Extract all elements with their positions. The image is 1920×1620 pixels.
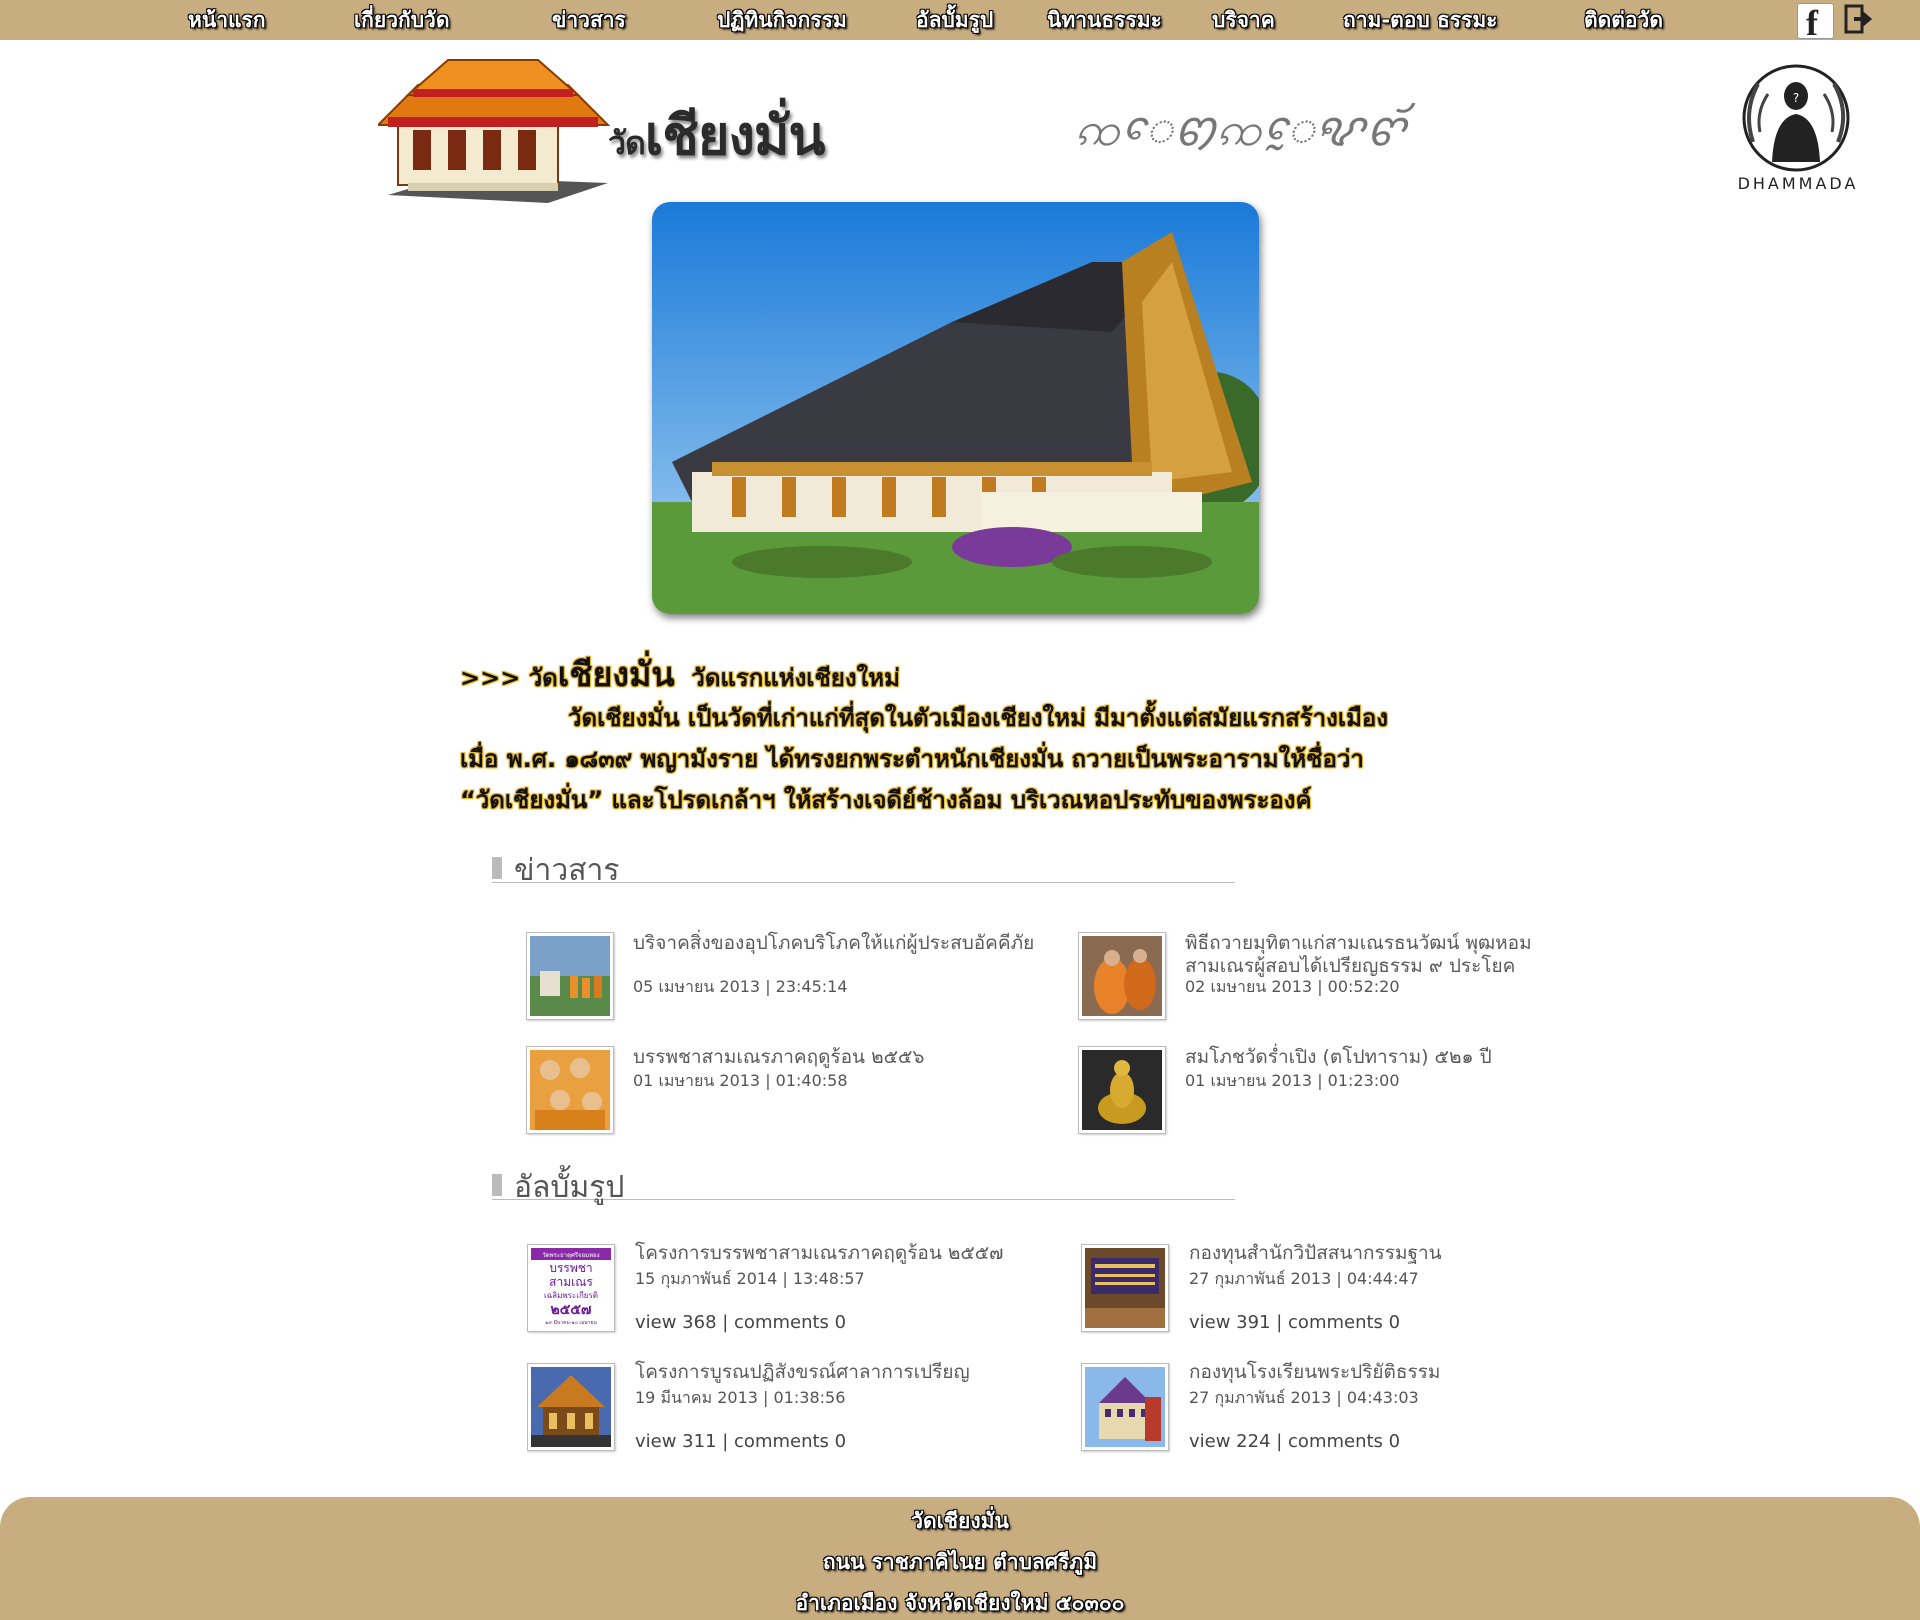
news-item[interactable]: พิธีถวายมุทิตาแก่สามเณรธนวัฒน์ พุฒหอม สา… [1078, 932, 1598, 1022]
album-thumbnail[interactable]: วัดพระธาตุศรีจอมทอง บรรพชา สามเณร เฉลิมพ… [527, 1244, 615, 1332]
nav-calendar[interactable]: ปฏิทินกิจกรรม [717, 4, 847, 37]
album-thumbnail[interactable] [527, 1363, 615, 1451]
intro-line-1: วัดเชียงมั่น เป็นวัดที่เก่าแก่ที่สุดในตั… [568, 704, 1389, 732]
nav-about[interactable]: เกี่ยวกับวัด [354, 4, 449, 37]
logout-icon[interactable] [1844, 3, 1874, 35]
album-thumbnail[interactable] [1081, 1363, 1169, 1451]
album-item[interactable]: วัดพระธาตุศรีจอมทอง บรรพชา สามเณร เฉลิมพ… [527, 1242, 1047, 1334]
news-thumbnail[interactable] [1078, 932, 1166, 1020]
svg-text:สามเณร: สามเณร [549, 1275, 593, 1289]
intro-text: >>> วัดเชียงมั่น วัดแรกแห่งเชียงใหม่ วัด… [460, 655, 1520, 821]
svg-text:เฉลิมพระเกียรติ: เฉลิมพระเกียรติ [544, 1291, 598, 1300]
svg-text:บรรพชา: บรรพชา [549, 1261, 592, 1275]
news-thumbnail[interactable] [526, 932, 614, 1020]
album-thumbnail[interactable] [1081, 1244, 1169, 1332]
album-section-heading: อัลบั้มรูป [492, 1168, 1235, 1205]
lanna-script-title: ꩡꨯꩅꩡꨰꨦꨓꨮ [1075, 102, 1407, 156]
nav-tales[interactable]: นิทานธรรมะ [1047, 4, 1162, 37]
intro-line-2: เมื่อ พ.ศ. ๑๘๓๙ พญามังราย ได้ทรงยกพระตำห… [460, 745, 1364, 773]
hero-temple-image [652, 202, 1259, 614]
intro-heading: >>> วัดเชียงมั่น วัดแรกแห่งเชียงใหม่ [460, 655, 900, 695]
nav-album[interactable]: อัลบั้มรูป [916, 4, 993, 37]
album-stats: view 224 | comments 0 [1189, 1431, 1401, 1452]
nav-news[interactable]: ข่าวสาร [552, 4, 626, 37]
news-item[interactable]: บริจาคสิ่งของอุปโภคบริโภคให้แก่ผู้ประสบอ… [526, 932, 1046, 1022]
site-title: วัดเชียงมั่น [608, 104, 825, 167]
news-item[interactable]: สมโภชวัดร่ำเปิง (ตโปทาราม) ๕๒๑ ปี 01 เมษ… [1078, 1046, 1598, 1136]
nav-qa[interactable]: ถาม-ตอบ ธรรมะ [1343, 4, 1497, 37]
nav-contact[interactable]: ติดต่อวัด [1584, 4, 1663, 37]
top-nav: หน้าแรก เกี่ยวกับวัด ข่าวสาร ปฏิทินกิจกร… [0, 0, 1920, 43]
album-stats: view 368 | comments 0 [635, 1312, 847, 1333]
svg-text:๑๙ มีนาคม-๑๐ เมษายน: ๑๙ มีนาคม-๑๐ เมษายน [545, 1319, 597, 1326]
svg-text:๒๕๕๗: ๒๕๕๗ [551, 1302, 592, 1318]
nav-donate[interactable]: บริจาค [1212, 4, 1275, 37]
footer-temple-name: วัดเชียงมั่น [911, 1509, 1009, 1533]
dhammada-label: DHAMMADA [1737, 174, 1859, 193]
news-item[interactable]: บรรพชาสามเณรภาคฤดูร้อน ๒๕๕๖ 01 เมษายน 20… [526, 1046, 1046, 1136]
svg-text:?: ? [1793, 91, 1799, 105]
nav-home[interactable]: หน้าแรก [188, 4, 266, 37]
facebook-icon[interactable]: f [1797, 3, 1834, 43]
news-section-heading: ข่าวสาร [492, 851, 1235, 888]
svg-text:วัดพระธาตุศรีจอมทอง: วัดพระธาตุศรีจอมทอง [542, 1251, 599, 1259]
album-item[interactable]: กองทุนโรงเรียนพระปริยัติธรรม 27 กุมภาพัน… [1081, 1361, 1601, 1453]
footer-address-2: อำเภอเมือง จังหวัดเชียงใหม่ ๕๐๓๐๐ [795, 1591, 1125, 1615]
news-thumbnail[interactable] [526, 1046, 614, 1134]
album-item[interactable]: กองทุนสำนักวิปัสสนากรรมฐาน 27 กุมภาพันธ์… [1081, 1242, 1601, 1334]
footer-address-1: ถนน ราชภาคิไนย ตำบลศรีภูมิ [822, 1550, 1098, 1574]
intro-line-3: “วัดเชียงมั่น” และโปรดเกล้าฯ ให้สร้างเจด… [460, 786, 1312, 814]
footer: วัดเชียงมั่น ถนน ราชภาคิไนย ตำบลศรีภูมิ … [0, 1497, 1920, 1620]
album-stats: view 311 | comments 0 [635, 1431, 847, 1452]
album-item[interactable]: โครงการบูรณปฏิสังขรณ์ศาลาการเปรียญ 19 มี… [527, 1361, 1047, 1453]
temple-logo-icon [378, 59, 610, 203]
album-stats: view 391 | comments 0 [1189, 1312, 1401, 1333]
news-thumbnail[interactable] [1078, 1046, 1166, 1134]
